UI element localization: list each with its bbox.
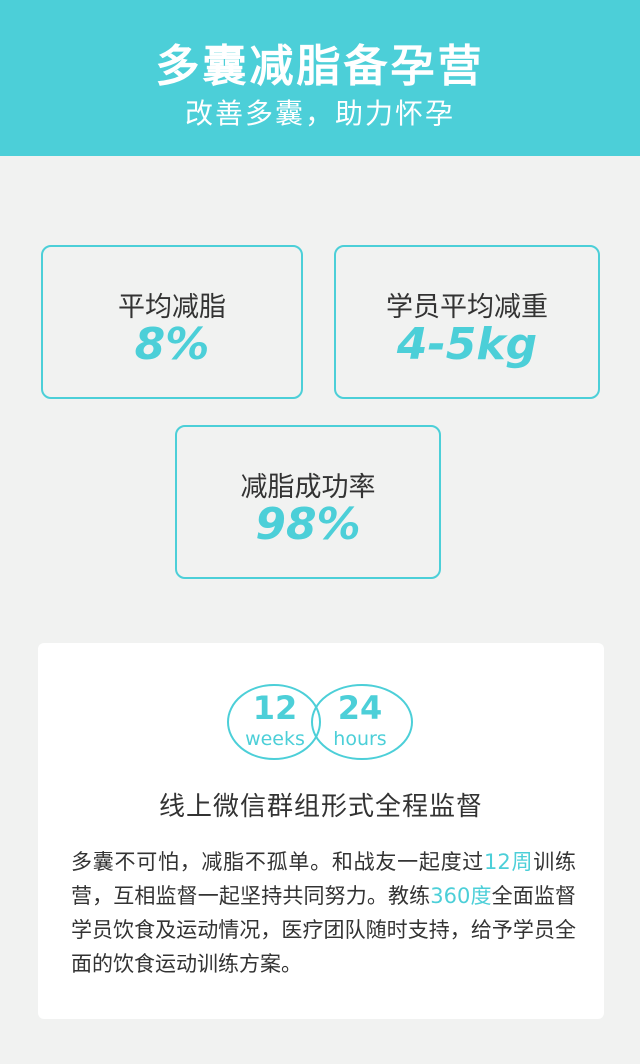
page-title: 多囊减脂备孕营 <box>155 41 485 92</box>
info-panel: 12 weeks 24 hours 线上微信群组形式全程监督 多囊不可怕，减脂不… <box>38 643 604 1019</box>
description-highlight: 12周 <box>484 850 534 874</box>
description-highlight: 360度 <box>430 884 492 908</box>
badge-hours-unit: hours <box>333 728 387 750</box>
panel-description: 多囊不可怕，减脂不孤单。和战友一起度过12周训练营，互相监督一起坚持共同努力。教… <box>71 845 576 981</box>
badge-hours-number: 24 <box>337 689 383 727</box>
stat-card-avg-weight-loss: 学员平均减重 4-5kg <box>334 245 600 399</box>
page-subtitle: 改善多囊，助力怀孕 <box>184 97 455 130</box>
badge-weeks-unit: weeks <box>245 728 305 750</box>
panel-heading: 线上微信群组形式全程监督 <box>158 792 483 822</box>
stat-value: 98% <box>255 499 361 550</box>
description-text: 多囊不可怕，减脂不孤单。和战友一起度过 <box>71 850 485 874</box>
header-banner: 多囊减脂备孕营 改善多囊，助力怀孕 <box>0 0 640 156</box>
badge-weeks-number: 12 <box>252 689 298 727</box>
stat-card-avg-fat-loss: 平均减脂 8% <box>41 245 303 399</box>
stat-value: 4-5kg <box>396 319 538 370</box>
duration-badges: 12 weeks 24 hours <box>226 683 416 761</box>
stat-card-success-rate: 减脂成功率 98% <box>175 425 441 579</box>
stat-value: 8% <box>134 319 210 370</box>
